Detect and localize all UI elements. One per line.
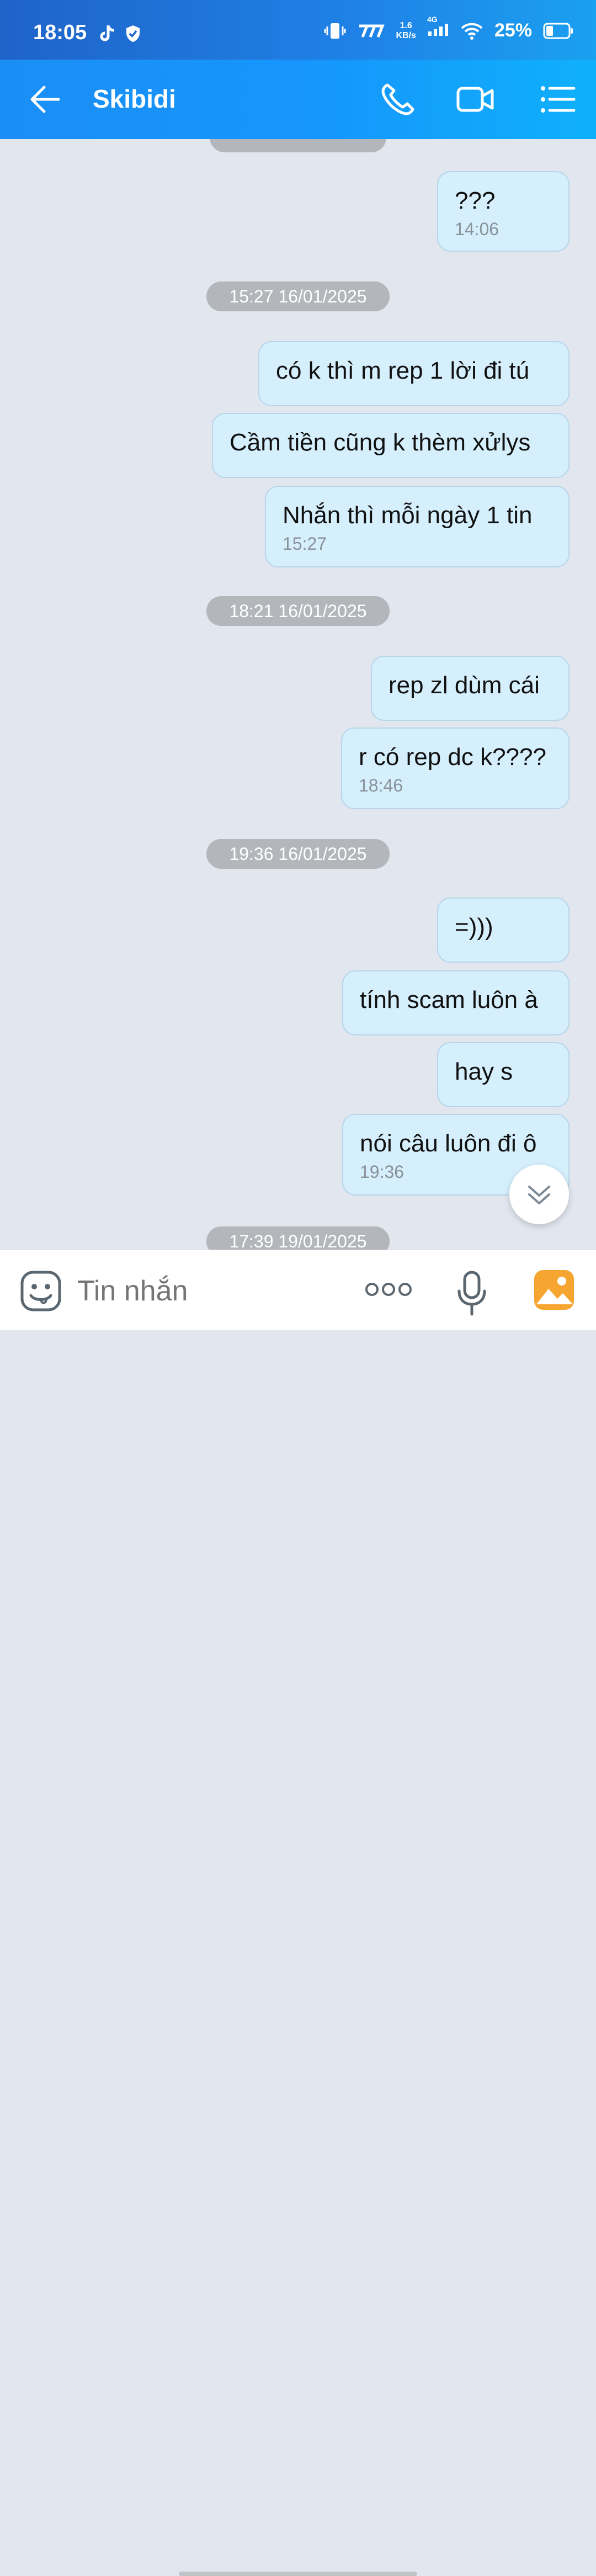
date-divider: 18:21 16/01/2025 <box>206 596 390 626</box>
wifi-icon <box>461 23 483 40</box>
menu-list-icon[interactable] <box>539 82 577 117</box>
message-text: =))) <box>455 913 493 941</box>
signal-icon <box>428 24 448 36</box>
message-composer <box>0 1250 596 2576</box>
message-text: Cầm tiền cũng k thèm xửlys <box>230 429 531 456</box>
date-divider: 19:36 16/01/2025 <box>206 839 390 869</box>
date-divider: 17:39 19/01/2025 <box>206 1226 390 1250</box>
phone-icon[interactable] <box>380 82 418 117</box>
message-bubble[interactable]: Nhắn thì mỗi ngày 1 tin 15:27 <box>265 486 570 567</box>
message-bubble[interactable]: r có rep dc k???? 18:46 <box>341 727 570 809</box>
message-list[interactable]: ??? 14:06 15:27 16/01/2025 có k thì m re… <box>0 139 596 1250</box>
double-chevron-down-icon <box>528 1186 550 1204</box>
cellular-signal: 4G <box>427 15 449 39</box>
video-icon[interactable] <box>456 82 494 117</box>
message-bubble[interactable]: ??? 14:06 <box>437 171 570 252</box>
message-text: tính scam luôn à <box>360 986 538 1013</box>
date-divider-partial <box>210 139 386 152</box>
status-bar: 18:05 1.6 KB/s 4G 25% <box>0 0 596 60</box>
message-bubble[interactable]: có k thì m rep 1 lời đi tú <box>258 341 570 406</box>
date-divider: 15:27 16/01/2025 <box>206 281 390 311</box>
message-bubble[interactable]: Cầm tiền cũng k thèm xửlys <box>212 413 570 478</box>
message-input[interactable] <box>76 1269 343 1313</box>
message-text: có k thì m rep 1 lời đi tú <box>276 357 530 384</box>
status-right-group: 1.6 KB/s 4G 25% <box>324 15 574 41</box>
back-arrow-icon[interactable] <box>29 83 62 116</box>
message-text: Nhắn thì mỗi ngày 1 tin <box>283 502 533 529</box>
message-time: 18:46 <box>359 776 403 795</box>
message-text: ??? <box>455 187 496 214</box>
shield-icon <box>126 25 140 42</box>
sticker-emoji-icon[interactable] <box>20 1270 62 1312</box>
network-speed-unit: KB/s <box>396 30 416 40</box>
message-text: r có rep dc k???? <box>359 743 546 771</box>
battery-icon <box>543 23 573 39</box>
chat-title[interactable]: Skibidi <box>93 84 176 114</box>
status-notification-icons <box>99 24 141 43</box>
message-text: rep zl dùm cái <box>389 672 540 699</box>
carrier-logo-icon <box>359 24 385 38</box>
message-time: 14:06 <box>455 219 499 239</box>
message-time: 15:27 <box>283 534 327 554</box>
image-gallery-icon[interactable] <box>533 1269 575 1311</box>
scroll-to-bottom-button[interactable] <box>509 1165 569 1224</box>
tiktok-icon <box>100 25 115 41</box>
status-time: 18:05 <box>33 21 87 44</box>
network-speed: 1.6 KB/s <box>396 21 416 41</box>
vibrate-icon <box>324 23 346 39</box>
message-bubble[interactable]: hay s <box>437 1042 570 1107</box>
battery-percent: 25% <box>494 20 532 41</box>
message-bubble[interactable]: rep zl dùm cái <box>371 656 570 721</box>
network-speed-value: 1.6 <box>400 20 412 30</box>
chat-header: Skibidi <box>0 60 596 139</box>
network-type: 4G <box>427 15 438 24</box>
top-bar: 18:05 1.6 KB/s 4G 25% Skibidi <box>0 0 596 139</box>
microphone-icon[interactable] <box>456 1270 488 1316</box>
message-text: hay s <box>455 1058 513 1085</box>
message-bubble[interactable]: =))) <box>437 897 570 963</box>
message-bubble[interactable]: tính scam luôn à <box>342 970 570 1035</box>
more-options-icon[interactable] <box>365 1281 412 1298</box>
home-indicator <box>179 2572 417 2576</box>
message-text: nói câu luôn đi ô <box>360 1130 537 1157</box>
